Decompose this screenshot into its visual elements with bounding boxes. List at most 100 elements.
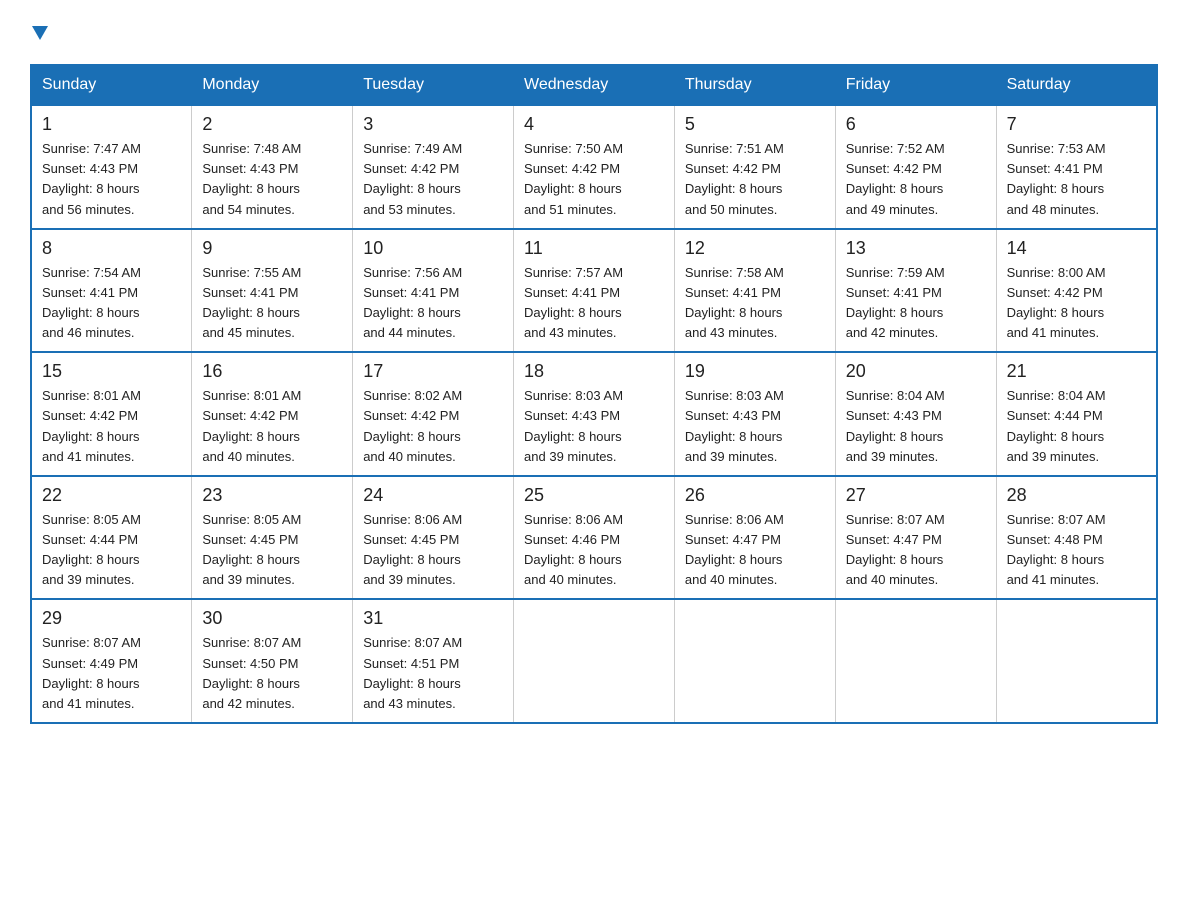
calendar-cell	[514, 599, 675, 723]
day-number: 24	[363, 485, 503, 506]
column-header-sunday: Sunday	[31, 65, 192, 105]
day-number: 4	[524, 114, 664, 135]
day-number: 5	[685, 114, 825, 135]
day-info: Sunrise: 8:01 AMSunset: 4:42 PMDaylight:…	[202, 386, 342, 467]
column-header-tuesday: Tuesday	[353, 65, 514, 105]
day-info: Sunrise: 8:01 AMSunset: 4:42 PMDaylight:…	[42, 386, 181, 467]
day-number: 10	[363, 238, 503, 259]
calendar-cell: 26 Sunrise: 8:06 AMSunset: 4:47 PMDayligh…	[674, 476, 835, 600]
column-header-monday: Monday	[192, 65, 353, 105]
day-info: Sunrise: 8:07 AMSunset: 4:47 PMDaylight:…	[846, 510, 986, 591]
day-info: Sunrise: 8:06 AMSunset: 4:45 PMDaylight:…	[363, 510, 503, 591]
day-info: Sunrise: 8:05 AMSunset: 4:44 PMDaylight:…	[42, 510, 181, 591]
calendar-cell: 22 Sunrise: 8:05 AMSunset: 4:44 PMDayligh…	[31, 476, 192, 600]
day-number: 2	[202, 114, 342, 135]
day-info: Sunrise: 8:06 AMSunset: 4:46 PMDaylight:…	[524, 510, 664, 591]
calendar-week-row: 8Sunrise: 7:54 AMSunset: 4:41 PMDaylight…	[31, 229, 1157, 353]
calendar-week-row: 29Sunrise: 8:07 AMSunset: 4:49 PMDayligh…	[31, 599, 1157, 723]
calendar-cell	[996, 599, 1157, 723]
day-info: Sunrise: 7:48 AMSunset: 4:43 PMDaylight:…	[202, 139, 342, 220]
day-number: 23	[202, 485, 342, 506]
calendar-cell: 15 Sunrise: 8:01 AMSunset: 4:42 PMDayligh…	[31, 352, 192, 476]
calendar-cell	[835, 599, 996, 723]
calendar-cell: 2 Sunrise: 7:48 AMSunset: 4:43 PMDaylight…	[192, 105, 353, 229]
day-info: Sunrise: 8:03 AMSunset: 4:43 PMDaylight:…	[524, 386, 664, 467]
day-info: Sunrise: 8:04 AMSunset: 4:43 PMDaylight:…	[846, 386, 986, 467]
calendar-cell: 11Sunrise: 7:57 AMSunset: 4:41 PMDayligh…	[514, 229, 675, 353]
calendar-cell	[674, 599, 835, 723]
calendar-cell: 23 Sunrise: 8:05 AMSunset: 4:45 PMDayligh…	[192, 476, 353, 600]
calendar-cell: 18 Sunrise: 8:03 AMSunset: 4:43 PMDayligh…	[514, 352, 675, 476]
day-info: Sunrise: 7:58 AMSunset: 4:41 PMDaylight:…	[685, 263, 825, 344]
day-info: Sunrise: 7:49 AMSunset: 4:42 PMDaylight:…	[363, 139, 503, 220]
calendar-week-row: 1Sunrise: 7:47 AMSunset: 4:43 PMDaylight…	[31, 105, 1157, 229]
day-info: Sunrise: 8:07 AMSunset: 4:48 PMDaylight:…	[1007, 510, 1146, 591]
calendar-cell: 4 Sunrise: 7:50 AMSunset: 4:42 PMDaylight…	[514, 105, 675, 229]
calendar-cell: 7Sunrise: 7:53 AMSunset: 4:41 PMDaylight…	[996, 105, 1157, 229]
day-number: 30	[202, 608, 342, 629]
calendar-cell: 10 Sunrise: 7:56 AMSunset: 4:41 PMDayligh…	[353, 229, 514, 353]
calendar-cell: 17Sunrise: 8:02 AMSunset: 4:42 PMDayligh…	[353, 352, 514, 476]
page-header	[30, 20, 1158, 44]
calendar-cell: 12 Sunrise: 7:58 AMSunset: 4:41 PMDayligh…	[674, 229, 835, 353]
logo-text	[30, 20, 48, 44]
calendar-cell: 3 Sunrise: 7:49 AMSunset: 4:42 PMDaylight…	[353, 105, 514, 229]
column-header-friday: Friday	[835, 65, 996, 105]
day-info: Sunrise: 8:05 AMSunset: 4:45 PMDaylight:…	[202, 510, 342, 591]
calendar-cell: 13Sunrise: 7:59 AMSunset: 4:41 PMDayligh…	[835, 229, 996, 353]
day-number: 26	[685, 485, 825, 506]
day-info: Sunrise: 7:53 AMSunset: 4:41 PMDaylight:…	[1007, 139, 1146, 220]
day-info: Sunrise: 8:02 AMSunset: 4:42 PMDaylight:…	[363, 386, 503, 467]
day-number: 19	[685, 361, 825, 382]
calendar-cell: 28 Sunrise: 8:07 AMSunset: 4:48 PMDayligh…	[996, 476, 1157, 600]
day-number: 3	[363, 114, 503, 135]
day-number: 31	[363, 608, 503, 629]
day-number: 14	[1007, 238, 1146, 259]
day-info: Sunrise: 7:57 AMSunset: 4:41 PMDaylight:…	[524, 263, 664, 344]
day-info: Sunrise: 7:56 AMSunset: 4:41 PMDaylight:…	[363, 263, 503, 344]
calendar-week-row: 15 Sunrise: 8:01 AMSunset: 4:42 PMDayligh…	[31, 352, 1157, 476]
day-info: Sunrise: 8:00 AMSunset: 4:42 PMDaylight:…	[1007, 263, 1146, 344]
day-number: 20	[846, 361, 986, 382]
calendar-cell: 19 Sunrise: 8:03 AMSunset: 4:43 PMDayligh…	[674, 352, 835, 476]
calendar-table: SundayMondayTuesdayWednesdayThursdayFrid…	[30, 64, 1158, 724]
calendar-cell: 21 Sunrise: 8:04 AMSunset: 4:44 PMDayligh…	[996, 352, 1157, 476]
day-info: Sunrise: 8:06 AMSunset: 4:47 PMDaylight:…	[685, 510, 825, 591]
column-header-saturday: Saturday	[996, 65, 1157, 105]
day-number: 21	[1007, 361, 1146, 382]
calendar-cell: 6Sunrise: 7:52 AMSunset: 4:42 PMDaylight…	[835, 105, 996, 229]
day-number: 22	[42, 485, 181, 506]
day-info: Sunrise: 7:47 AMSunset: 4:43 PMDaylight:…	[42, 139, 181, 220]
calendar-week-row: 22 Sunrise: 8:05 AMSunset: 4:44 PMDayligh…	[31, 476, 1157, 600]
calendar-cell: 14 Sunrise: 8:00 AMSunset: 4:42 PMDayligh…	[996, 229, 1157, 353]
day-info: Sunrise: 7:54 AMSunset: 4:41 PMDaylight:…	[42, 263, 181, 344]
day-number: 27	[846, 485, 986, 506]
calendar-cell: 25 Sunrise: 8:06 AMSunset: 4:46 PMDayligh…	[514, 476, 675, 600]
day-info: Sunrise: 7:50 AMSunset: 4:42 PMDaylight:…	[524, 139, 664, 220]
calendar-cell: 5Sunrise: 7:51 AMSunset: 4:42 PMDaylight…	[674, 105, 835, 229]
calendar-cell: 20 Sunrise: 8:04 AMSunset: 4:43 PMDayligh…	[835, 352, 996, 476]
calendar-cell: 24 Sunrise: 8:06 AMSunset: 4:45 PMDayligh…	[353, 476, 514, 600]
calendar-cell: 9 Sunrise: 7:55 AMSunset: 4:41 PMDaylight…	[192, 229, 353, 353]
day-info: Sunrise: 8:07 AMSunset: 4:49 PMDaylight:…	[42, 633, 181, 714]
day-number: 16	[202, 361, 342, 382]
day-number: 28	[1007, 485, 1146, 506]
calendar-cell: 30 Sunrise: 8:07 AMSunset: 4:50 PMDayligh…	[192, 599, 353, 723]
calendar-cell: 31Sunrise: 8:07 AMSunset: 4:51 PMDayligh…	[353, 599, 514, 723]
calendar-cell: 8Sunrise: 7:54 AMSunset: 4:41 PMDaylight…	[31, 229, 192, 353]
day-number: 15	[42, 361, 181, 382]
column-header-wednesday: Wednesday	[514, 65, 675, 105]
day-info: Sunrise: 8:07 AMSunset: 4:50 PMDaylight:…	[202, 633, 342, 714]
day-number: 25	[524, 485, 664, 506]
day-info: Sunrise: 8:04 AMSunset: 4:44 PMDaylight:…	[1007, 386, 1146, 467]
logo	[30, 20, 48, 44]
day-number: 12	[685, 238, 825, 259]
logo-triangle-icon	[32, 26, 48, 40]
calendar-cell: 27 Sunrise: 8:07 AMSunset: 4:47 PMDayligh…	[835, 476, 996, 600]
column-header-thursday: Thursday	[674, 65, 835, 105]
day-info: Sunrise: 7:55 AMSunset: 4:41 PMDaylight:…	[202, 263, 342, 344]
day-number: 18	[524, 361, 664, 382]
day-info: Sunrise: 8:03 AMSunset: 4:43 PMDaylight:…	[685, 386, 825, 467]
day-number: 9	[202, 238, 342, 259]
calendar-cell: 16 Sunrise: 8:01 AMSunset: 4:42 PMDayligh…	[192, 352, 353, 476]
